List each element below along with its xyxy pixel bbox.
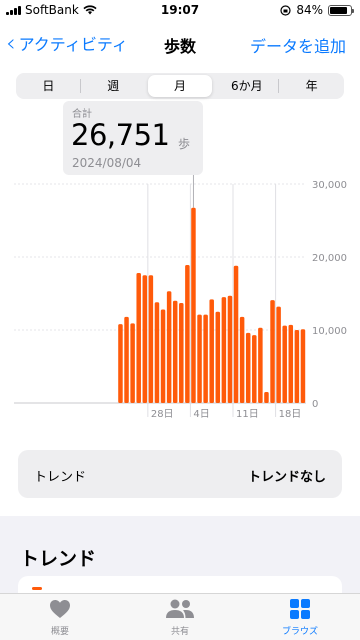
trend-value: トレンドなし: [247, 470, 326, 485]
x-tick-label: 4日: [193, 409, 209, 420]
chart-card: 日 週 月 6か月 年 0 10,000 20,000 30,000 28日 4日 11日 1…: [0, 66, 360, 516]
chart-bar: [136, 273, 141, 403]
section-title: トレンド: [20, 548, 97, 570]
chart-bar: [191, 207, 196, 403]
chart-bar: [233, 265, 239, 403]
chart-bar: [221, 297, 227, 403]
x-tick-label: 11日: [236, 409, 259, 420]
selected-date: 2024/08/04: [72, 156, 142, 170]
tab-label: 共有: [170, 627, 189, 637]
chart-bar: [209, 299, 214, 403]
chart-bar: [124, 316, 129, 403]
chart-bar: [197, 314, 202, 403]
x-tick-label: 18日: [279, 409, 302, 420]
chart-bar: [166, 291, 172, 403]
tab-summary[interactable]: 概要: [15, 597, 105, 637]
tab-browse[interactable]: ブラウズ: [255, 597, 345, 637]
chart-bar: [245, 332, 251, 403]
trend-label: トレンド: [34, 470, 87, 485]
chart-bar: [288, 324, 294, 403]
selection-tooltip: 合計 26,751 歩 2024/08/04: [63, 101, 203, 175]
chart-bar: [179, 302, 184, 403]
chart-bar: [130, 323, 135, 403]
orientation-lock-icon: [280, 4, 291, 16]
status-bar: SoftBank 19:07 84%: [0, 0, 360, 22]
tab-label: 概要: [50, 627, 69, 637]
grid-icon: [290, 599, 310, 619]
y-tick-label: 30,000: [312, 180, 347, 191]
heart-icon: [50, 600, 70, 618]
y-tick-label: 20,000: [312, 253, 347, 264]
chart-bar: [160, 309, 166, 403]
chart-bar: [300, 329, 306, 403]
chart-bar: [239, 316, 245, 403]
chart-bar: [185, 265, 190, 403]
chart-bar: [154, 302, 160, 403]
tab-sharing[interactable]: 共有: [135, 597, 225, 637]
trend-indicator-icon: [32, 587, 42, 590]
chart-bar: [118, 324, 123, 403]
x-tick-label: 28日: [151, 409, 174, 420]
chart-bar: [142, 275, 148, 403]
chart-bar: [282, 325, 287, 403]
trends-section: トレンド: [0, 516, 360, 606]
nav-bar: ‹ アクティビティ 歩数 データを追加: [0, 22, 360, 66]
tab-label: ブラウズ: [281, 627, 318, 637]
status-right: 84%: [280, 3, 354, 17]
add-data-button[interactable]: データを追加: [250, 33, 346, 57]
people-icon: [166, 599, 194, 618]
trend-row[interactable]: トレンド トレンドなし: [18, 450, 342, 498]
steps-unit: 歩: [178, 137, 191, 151]
y-tick-label: 10,000: [312, 326, 347, 337]
chart-bar: [264, 392, 269, 403]
chart-bar: [294, 330, 300, 403]
tab-bar: 概要 共有 ブラウズ: [0, 593, 360, 640]
battery-icon: [328, 4, 354, 16]
chart-bar: [270, 300, 275, 403]
chart-bar: [215, 311, 221, 403]
chart-bar: [227, 295, 233, 403]
chart-bar: [203, 314, 208, 403]
battery-level: [330, 6, 347, 14]
chart-bar: [172, 300, 178, 403]
y-tick-label: 0: [312, 399, 318, 410]
total-steps-value: 26,751: [71, 118, 170, 152]
chart-bar: [148, 275, 154, 403]
chart-bar: [276, 306, 281, 403]
chart-bar: [258, 327, 263, 403]
chart-bar: [252, 335, 257, 403]
battery-percent: 84%: [296, 3, 323, 17]
